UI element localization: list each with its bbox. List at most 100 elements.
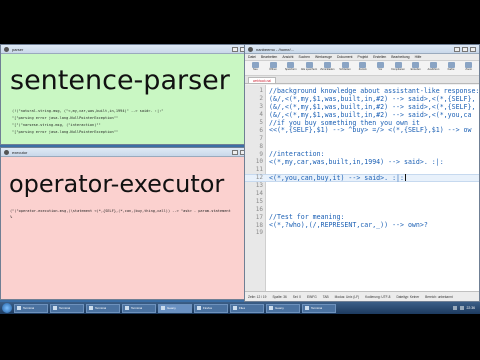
code-line[interactable]: 17 //Test for meaning: xyxy=(245,213,479,221)
toolbar-button[interactable]: Kompilieren xyxy=(391,62,406,74)
app-icon xyxy=(89,306,93,310)
toolbar-button[interactable]: Schließen xyxy=(338,62,353,74)
menu-item[interactable]: Erstellen xyxy=(373,55,386,59)
app-icon xyxy=(269,306,273,310)
clock[interactable]: 22:36 xyxy=(467,306,476,310)
code-line[interactable]: 16 xyxy=(245,205,479,213)
menu-item[interactable]: Hilfe xyxy=(415,55,422,59)
code-line[interactable]: 7 xyxy=(245,134,479,142)
menu-item[interactable]: Dokument xyxy=(337,55,352,59)
editor-tabbar: webhook.nal xyxy=(245,76,479,84)
executor-heading: operator-executor xyxy=(9,170,225,198)
line-number: 4 xyxy=(259,111,263,119)
code-editor[interactable]: 1 //background knowledge about assistant-… xyxy=(245,85,480,292)
taskbar-label: Geany xyxy=(275,306,284,310)
toolbar-label: Farbe xyxy=(447,68,455,71)
network-icon[interactable] xyxy=(452,306,457,310)
executor-window[interactable]: executor operator-executor ("("operator-… xyxy=(0,147,258,300)
taskbar-button[interactable]: Files xyxy=(230,303,264,313)
toolbar-button[interactable]: Neu xyxy=(248,62,263,74)
parser-heading: sentence-parser xyxy=(10,65,230,96)
menu-item[interactable]: Ansicht xyxy=(282,55,293,59)
taskbar-button[interactable]: Geany xyxy=(266,303,300,313)
editor-titlebar[interactable]: nanbeemo - /home/... xyxy=(245,45,479,54)
code-line[interactable]: 19 xyxy=(245,229,479,237)
executor-titlebar[interactable]: executor xyxy=(1,148,257,157)
close-button[interactable] xyxy=(470,46,476,52)
code-line[interactable]: 2 (&/,<(*,my,$1,was,built,in,#2) --> said… xyxy=(245,95,479,103)
menu-item[interactable]: Datei xyxy=(248,55,256,59)
toolbar-label: Zoom xyxy=(465,68,473,71)
toolbar-button[interactable]: Zoom xyxy=(461,62,476,74)
toolbar-label: Neu xyxy=(252,68,258,71)
code-text: <<(*,{SELF},$1) --> ^buy> =/> <(*,{SELF}… xyxy=(269,126,472,135)
toolbar-button[interactable]: Vor xyxy=(373,62,388,74)
line-number: 15 xyxy=(255,197,263,205)
code-line[interactable]: 13 xyxy=(245,182,479,190)
code-line[interactable]: 4 (&/,<(*,my,$1,was,built,in,#2) --> said… xyxy=(245,111,479,119)
line-number: 19 xyxy=(255,229,263,237)
toolbar-button[interactable]: Ausführen xyxy=(426,62,441,74)
status-field: Zeile: 12 / 19 xyxy=(248,294,267,299)
taskbar-button[interactable]: Geany xyxy=(158,303,192,313)
line-number: 7 xyxy=(259,134,263,142)
parser-window[interactable]: parser sentence-parser (!("natural-strin… xyxy=(0,44,258,145)
minimize-button[interactable] xyxy=(232,46,238,52)
code-line[interactable]: 1 //background knowledge about assistant-… xyxy=(245,86,480,95)
toolbar-button[interactable]: Erstellen xyxy=(408,62,423,74)
minimize-button[interactable] xyxy=(454,46,460,52)
code-line[interactable]: 6 <<(*,{SELF},$1) --> ^buy> =/> <(*,{SELF… xyxy=(245,126,479,135)
code-line[interactable]: 18 <(*,?who),(/,REPRESENT,car,_)) --> own… xyxy=(245,221,479,229)
code-line[interactable]: 14 xyxy=(245,190,479,198)
code-line[interactable]: 9 //interaction: xyxy=(245,150,479,158)
menu-item[interactable]: Bearbeiten xyxy=(261,55,277,59)
taskbar-button[interactable]: Terminal xyxy=(14,303,48,313)
toolbar-button[interactable]: Farbe xyxy=(444,62,459,74)
taskbar-button[interactable]: Terminal xyxy=(86,303,120,313)
tab-webhook-nal[interactable]: webhook.nal xyxy=(248,77,276,83)
status-field: Kodierung: UTF-8 xyxy=(365,294,391,299)
line-number: 5 xyxy=(259,119,263,126)
menu-item[interactable]: Projekt xyxy=(358,55,369,59)
toolbar-button[interactable]: Öffnen xyxy=(266,62,281,74)
parser-titlebar[interactable]: parser xyxy=(1,45,257,54)
code-text: //background knowledge about assistant-l… xyxy=(269,86,480,95)
toolbar-button[interactable]: Alle speichern xyxy=(301,62,317,74)
app-icon xyxy=(161,306,165,310)
code-line[interactable]: 15 xyxy=(245,197,479,205)
app-icon xyxy=(125,306,129,310)
taskbar-button[interactable]: Terminal xyxy=(50,303,84,313)
code-line[interactable]: 8 xyxy=(245,142,479,150)
executor-output-line: % xyxy=(10,215,13,219)
line-number: 2 xyxy=(259,95,263,103)
taskbar-label: Firefox xyxy=(203,306,213,310)
taskbar-items: Terminal Terminal Terminal Terminal Geany Fir… xyxy=(14,303,336,313)
toolbar-label: Erstellen xyxy=(410,68,421,71)
minimize-button[interactable] xyxy=(232,149,238,155)
menu-item[interactable]: Bearbeitung xyxy=(391,55,409,59)
code-line[interactable]: 10 <(*,my,car,was,built,in,1994) --> said… xyxy=(245,158,479,166)
status-field: Sel: 0 xyxy=(292,294,301,299)
code-line[interactable]: 5 //if you buy something then you own it xyxy=(245,119,479,127)
editor-window[interactable]: nanbeemo - /home/... Datei Bearbeiten Ansi… xyxy=(244,44,480,302)
toolbar-button[interactable]: Zurückladen xyxy=(320,62,335,74)
status-field: EINFG xyxy=(306,294,317,299)
volume-icon[interactable] xyxy=(459,306,464,310)
toolbar-button[interactable]: Zurück xyxy=(355,62,370,74)
line-number: 13 xyxy=(255,182,263,190)
toolbar-button[interactable]: Speichern xyxy=(283,62,298,74)
maximize-button[interactable] xyxy=(462,46,468,52)
menu-item[interactable]: Suchen xyxy=(298,55,310,59)
code-line[interactable]: 12 <(*,you,can,buy,it) --> said>. :|: xyxy=(245,174,479,182)
taskbar-button[interactable]: Firefox xyxy=(194,303,228,313)
menu-item[interactable]: Werkzeuge xyxy=(315,55,332,59)
code-text: (&/,<(*,my,$1,was,built,in,#2) --> said>… xyxy=(269,102,476,111)
code-line[interactable]: 3 (&/,<(*,my,$1,was,built,in,#2) --> said… xyxy=(245,102,479,111)
taskbar-button[interactable]: Terminal xyxy=(302,303,336,313)
code-line[interactable]: 11 xyxy=(245,166,479,174)
taskbar-button[interactable]: Terminal xyxy=(122,303,156,313)
start-menu-button[interactable] xyxy=(2,303,12,313)
status-field: Modus: Unix (LF) xyxy=(334,294,360,299)
desktop: parser sentence-parser (!("natural-strin… xyxy=(0,44,480,314)
line-number: 12 xyxy=(255,174,263,182)
